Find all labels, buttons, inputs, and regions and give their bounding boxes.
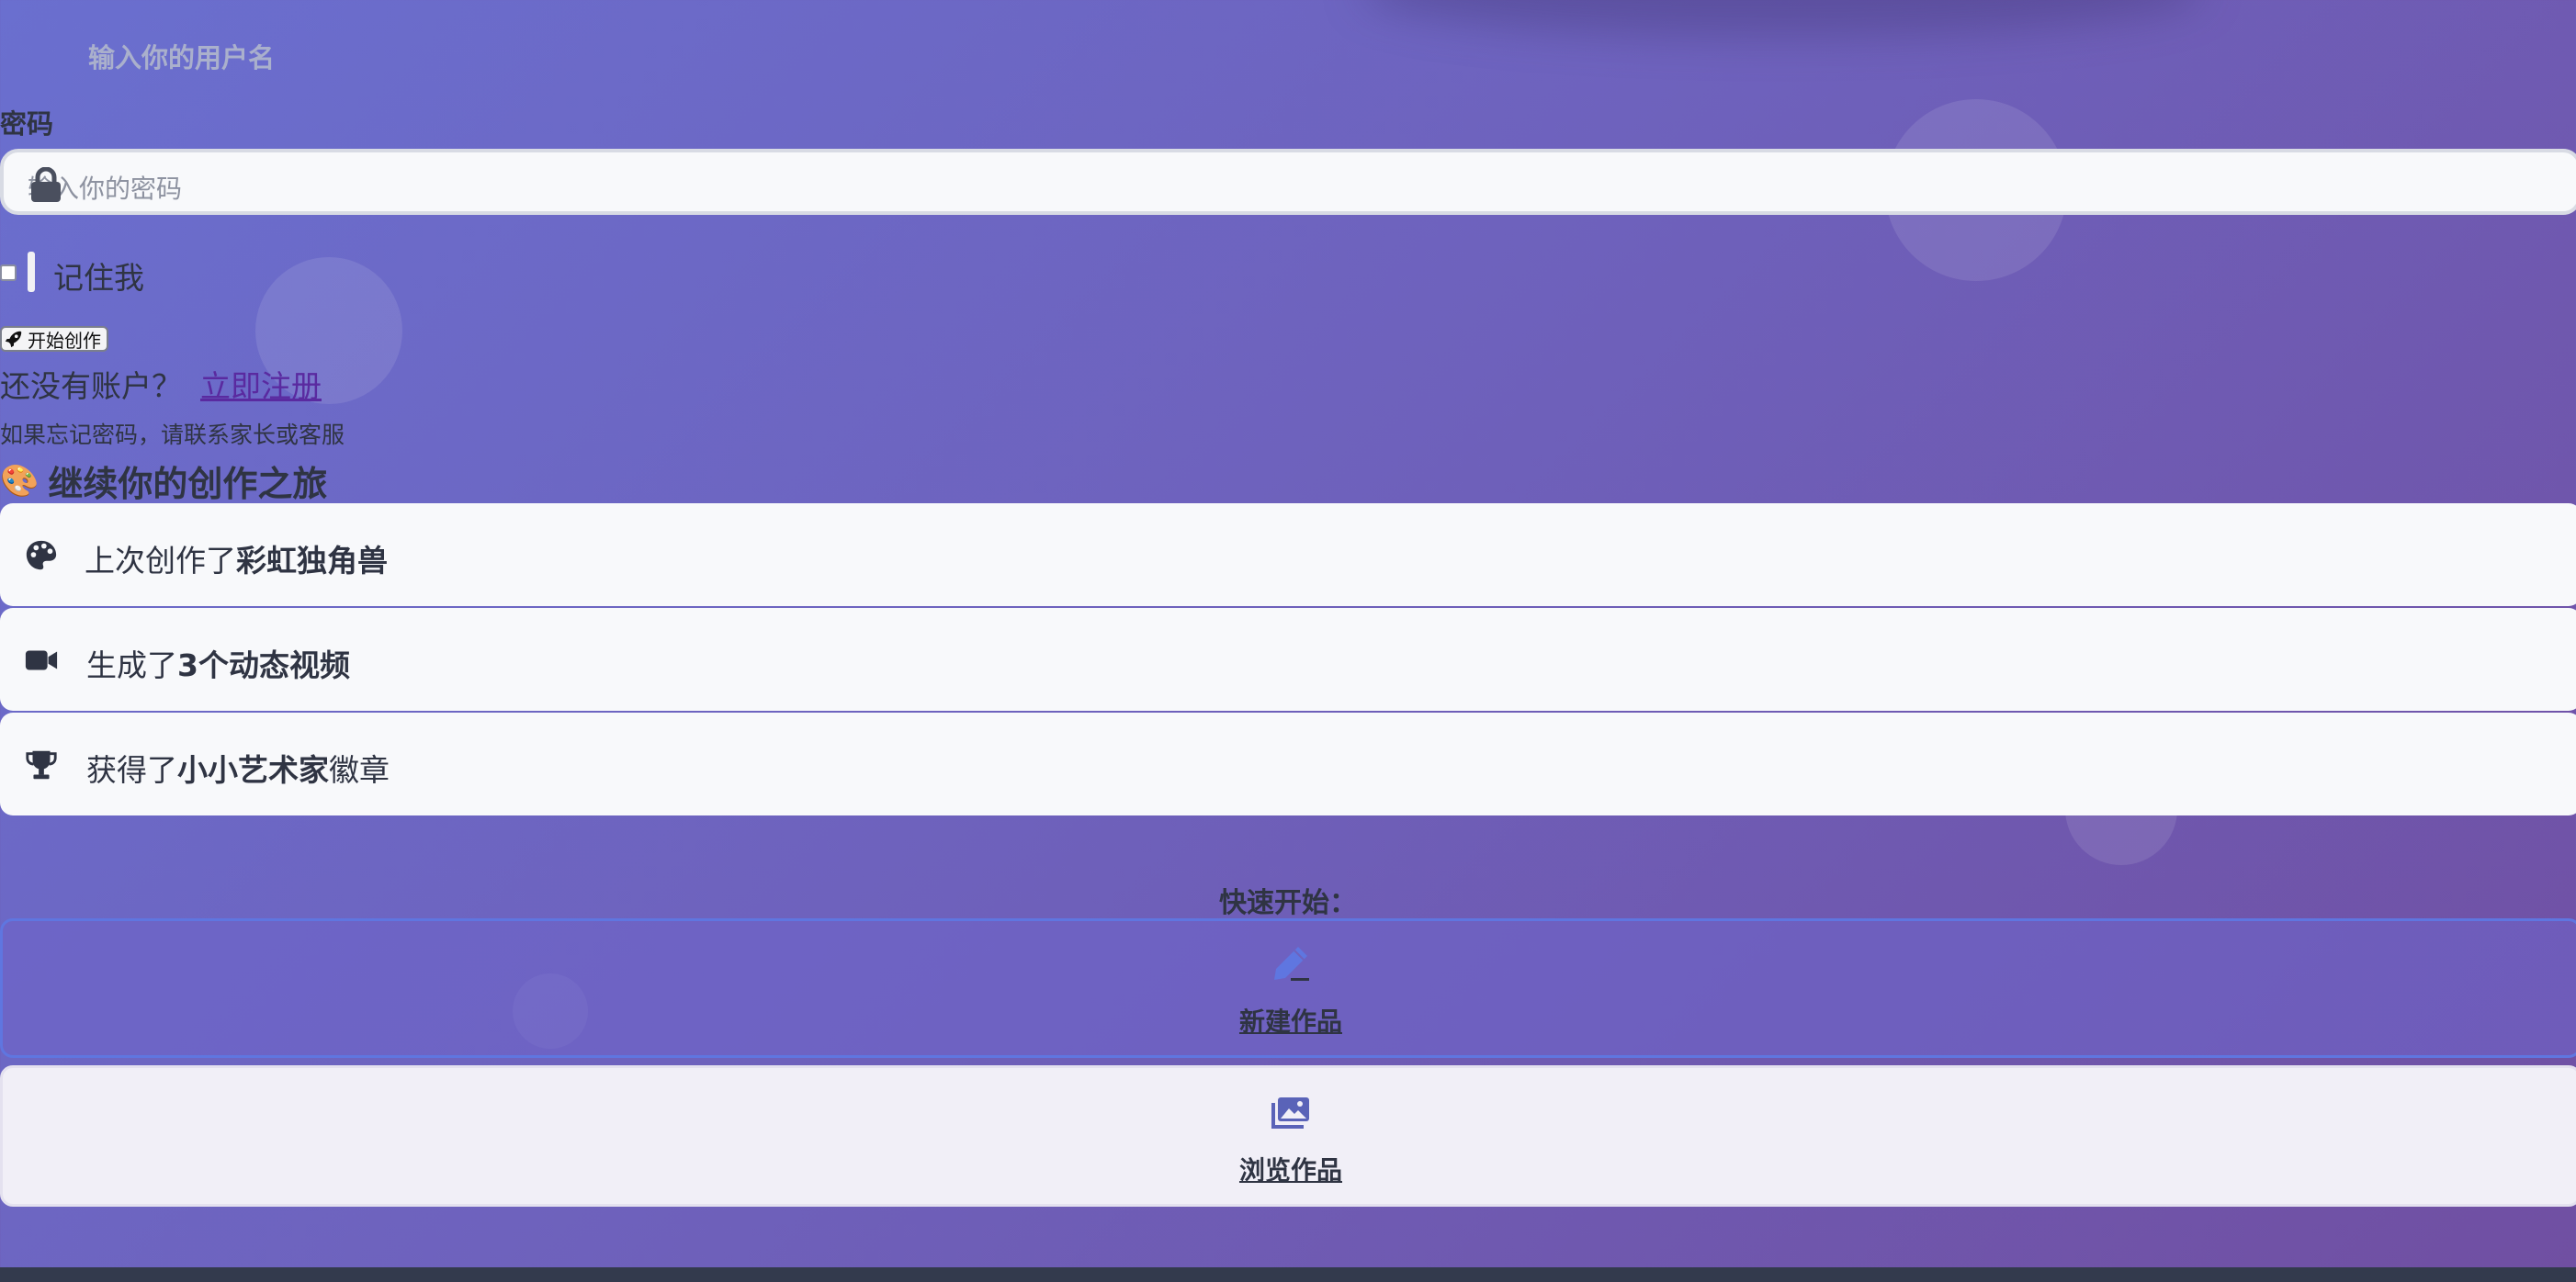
forgot-password-hint: 如果忘记密码，请联系家长或客服 <box>0 422 345 448</box>
trophy-icon <box>26 750 57 780</box>
register-link[interactable]: 立即注册 <box>200 368 322 404</box>
decorative-shadow <box>1360 0 2205 37</box>
no-account-text: 还没有账户？ <box>0 368 182 404</box>
continue-section-title: 🎨 继续你的创作之旅 <box>0 455 327 506</box>
video-icon <box>25 650 58 670</box>
activity-text: 上次创作了彩虹独角兽 <box>85 543 388 579</box>
activity-item[interactable]: 获得了小小艺术家徽章 <box>0 713 2576 815</box>
activity-highlight: 3个动态视频 <box>177 647 350 683</box>
rocket-icon <box>5 331 22 348</box>
palette-emoji: 🎨 <box>0 462 40 500</box>
lock-icon <box>31 167 61 202</box>
activity-item[interactable]: 上次创作了彩虹独角兽 <box>0 503 2576 606</box>
username-input[interactable]: 输入你的用户名 <box>88 37 275 75</box>
quick-start-title: 快速开始： <box>1219 887 1357 919</box>
register-row: 还没有账户？ 立即注册 <box>0 362 322 406</box>
start-creating-button[interactable]: 开始创作 <box>0 326 108 352</box>
browse-works-button[interactable]: 浏览作品 <box>0 1065 2576 1207</box>
start-creating-label: 开始创作 <box>28 329 101 352</box>
activity-highlight: 小小艺术家 <box>177 752 329 788</box>
images-icon <box>1271 1097 1309 1129</box>
browse-works-label: 浏览作品 <box>1238 1155 1342 1186</box>
new-work-label: 新建作品 <box>1238 1006 1342 1037</box>
password-label: 密码 <box>0 108 54 140</box>
new-work-button[interactable]: 新建作品 <box>0 918 2576 1058</box>
activity-item[interactable]: 生成了3个动态视频 <box>0 608 2576 711</box>
remember-toggle-bar <box>28 252 35 292</box>
pencil-icon <box>1274 947 1309 981</box>
username-placeholder: 输入你的用户名 <box>88 42 276 73</box>
activity-text: 获得了小小艺术家徽章 <box>86 752 390 788</box>
activity-text: 生成了3个动态视频 <box>86 647 350 683</box>
remember-checkbox[interactable] <box>0 264 17 281</box>
footer-bar <box>0 1267 2576 1282</box>
continue-title-text: 继续你的创作之旅 <box>48 464 328 504</box>
remember-label: 记住我 <box>53 260 144 296</box>
password-input[interactable]: 输入你的密码 <box>0 149 2576 215</box>
activity-highlight: 彩虹独角兽 <box>236 543 388 579</box>
palette-icon <box>26 540 57 570</box>
